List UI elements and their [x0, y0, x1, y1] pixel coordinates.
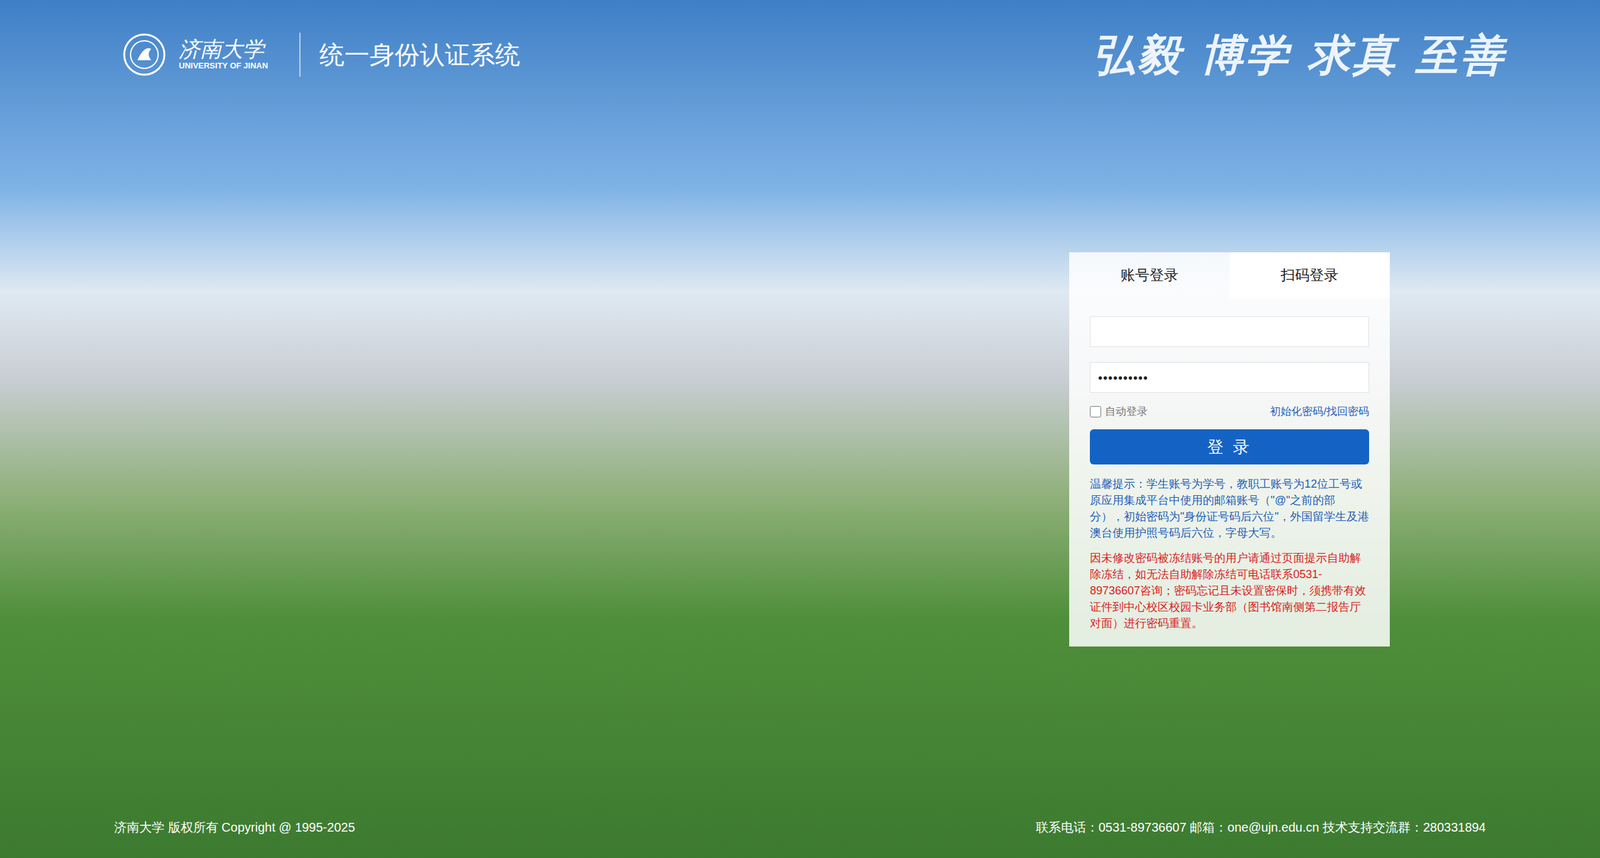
login-tabs: 账号登录扫码登录 — [1069, 252, 1390, 299]
header: 济南大学UNIVERSITY OF JINAN 统一身份认证系统 弘毅 博学 求真 … — [0, 0, 1600, 97]
login-panel: 账号登录扫码登录 •••••••••• 自动登录 初始化密码/找回密码登 录温馨提示：… — [1069, 252, 1390, 647]
login-tab[interactable]: 账号登录 — [1069, 252, 1230, 299]
main: 账号登录扫码登录 •••••••••• 自动登录 初始化密码/找回密码登 录温馨提示：… — [0, 96, 1600, 793]
brand: 济南大学UNIVERSITY OF JINAN 统一身份认证系统 — [122, 32, 521, 77]
footer: 济南大学 版权所有 Copyright @ 1995-2025 联系电话：0531… — [0, 792, 1600, 858]
freeze-warning: 因未修改密码被冻结账号的用户请通过页面提示自助解除冻结，如无法自助解除冻结可电话… — [1089, 549, 1370, 632]
username-input[interactable] — [1089, 316, 1370, 347]
university-emblem-icon — [122, 32, 167, 77]
login-tip: 温馨提示：学生账号为学号，教职工账号为12位工号或原应用集成平台中使用的邮箱账号… — [1089, 475, 1370, 541]
reset-password-link[interactable]: 初始化密码/找回密码 — [1269, 403, 1370, 420]
options-row: 自动登录 初始化密码/找回密码 — [1089, 401, 1370, 422]
login-page: 济南大学UNIVERSITY OF JINAN 统一身份认证系统 弘毅 博学 求真 … — [0, 0, 1600, 858]
auto-login[interactable]: 自动登录 — [1089, 403, 1148, 420]
login-button[interactable]: 登 录 — [1089, 429, 1370, 465]
logo-chinese-name: 济南大学 — [178, 37, 268, 61]
logo: 济南大学UNIVERSITY OF JINAN — [122, 32, 301, 77]
copyright: 济南大学 版权所有 Copyright @ 1995-2025 — [114, 817, 356, 837]
password-input[interactable]: •••••••••• — [1089, 362, 1370, 393]
login-tab[interactable]: 扫码登录 — [1229, 252, 1391, 299]
motto: 弘毅 博学 求真 至善 — [1092, 22, 1506, 87]
logo-english-name: UNIVERSITY OF JINAN — [178, 60, 268, 72]
system-title: 统一身份认证系统 — [319, 38, 521, 71]
auto-login-checkbox[interactable] — [1089, 405, 1102, 418]
contact-info: 联系电话：0531-89736607 邮箱：one@ujn.edu.cn 技术支… — [1035, 817, 1486, 837]
